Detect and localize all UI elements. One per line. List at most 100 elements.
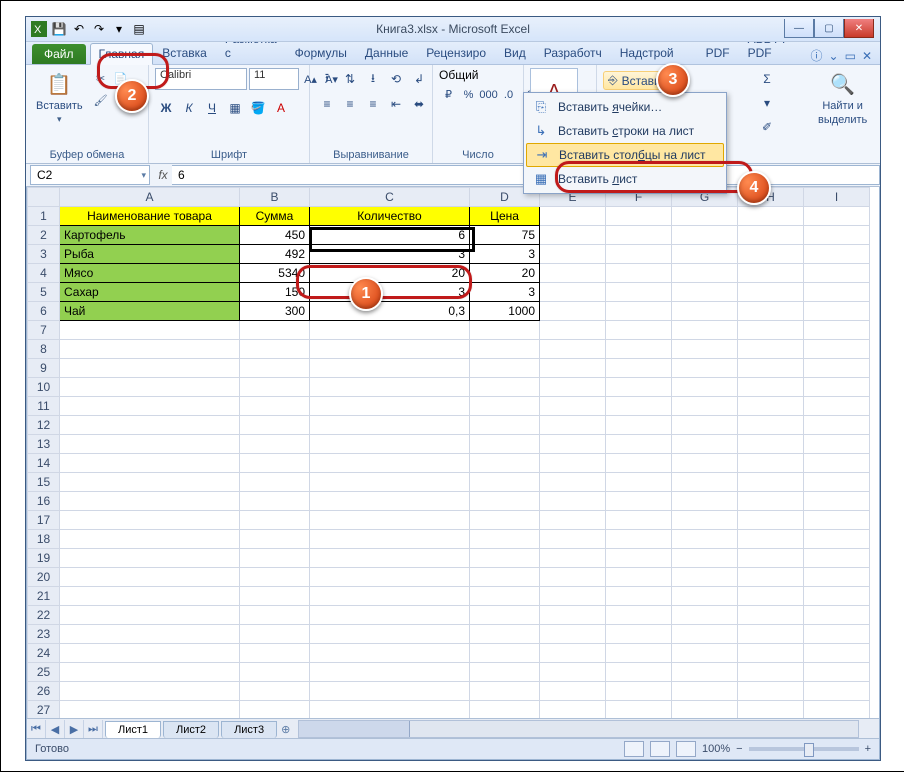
cell-G7[interactable] bbox=[672, 321, 738, 340]
cell-G2[interactable] bbox=[672, 226, 738, 245]
cell-E11[interactable] bbox=[540, 397, 606, 416]
zoom-slider[interactable] bbox=[749, 747, 859, 751]
tab-addins[interactable]: Надстрой bbox=[611, 42, 683, 64]
cell-B20[interactable] bbox=[240, 568, 310, 587]
cell-A27[interactable] bbox=[60, 701, 240, 719]
cell-A25[interactable] bbox=[60, 663, 240, 682]
cell-A19[interactable] bbox=[60, 549, 240, 568]
cell-I5[interactable] bbox=[804, 283, 870, 302]
italic-button[interactable]: К bbox=[178, 97, 200, 119]
font-color-button[interactable]: A bbox=[270, 97, 292, 119]
cell-A8[interactable] bbox=[60, 340, 240, 359]
cell-G14[interactable] bbox=[672, 454, 738, 473]
cell-G12[interactable] bbox=[672, 416, 738, 435]
cell-D1[interactable]: Цена bbox=[470, 207, 540, 226]
cell-A1[interactable]: Наименование товара bbox=[60, 207, 240, 226]
merge-icon[interactable]: ⬌ bbox=[408, 93, 430, 115]
cell-D2[interactable]: 75 bbox=[470, 226, 540, 245]
cell-C6[interactable]: 0,3 bbox=[310, 302, 470, 321]
cell-D23[interactable] bbox=[470, 625, 540, 644]
row-header-19[interactable]: 19 bbox=[28, 549, 60, 568]
fill-icon[interactable]: ▾ bbox=[756, 92, 778, 114]
cell-I11[interactable] bbox=[804, 397, 870, 416]
cell-G25[interactable] bbox=[672, 663, 738, 682]
cell-A11[interactable] bbox=[60, 397, 240, 416]
cell-C9[interactable] bbox=[310, 359, 470, 378]
cell-C5[interactable]: 3 bbox=[310, 283, 470, 302]
cell-B2[interactable]: 450 bbox=[240, 226, 310, 245]
number-format-select[interactable]: Общий bbox=[439, 68, 501, 82]
cell-B11[interactable] bbox=[240, 397, 310, 416]
cell-A14[interactable] bbox=[60, 454, 240, 473]
cell-C27[interactable] bbox=[310, 701, 470, 719]
cell-I27[interactable] bbox=[804, 701, 870, 719]
view-layout-icon[interactable] bbox=[650, 741, 670, 757]
cell-A6[interactable]: Чай bbox=[60, 302, 240, 321]
cell-D26[interactable] bbox=[470, 682, 540, 701]
cell-G10[interactable] bbox=[672, 378, 738, 397]
row-header-26[interactable]: 26 bbox=[28, 682, 60, 701]
cell-I14[interactable] bbox=[804, 454, 870, 473]
cell-G13[interactable] bbox=[672, 435, 738, 454]
cell-I7[interactable] bbox=[804, 321, 870, 340]
view-normal-icon[interactable] bbox=[624, 741, 644, 757]
cell-B19[interactable] bbox=[240, 549, 310, 568]
cell-E24[interactable] bbox=[540, 644, 606, 663]
cell-F7[interactable] bbox=[606, 321, 672, 340]
cell-A21[interactable] bbox=[60, 587, 240, 606]
cell-F16[interactable] bbox=[606, 492, 672, 511]
col-header-A[interactable]: A bbox=[60, 188, 240, 207]
zoom-in-icon[interactable]: + bbox=[865, 743, 871, 755]
cell-B9[interactable] bbox=[240, 359, 310, 378]
cell-E7[interactable] bbox=[540, 321, 606, 340]
row-header-10[interactable]: 10 bbox=[28, 378, 60, 397]
cell-I12[interactable] bbox=[804, 416, 870, 435]
cell-D10[interactable] bbox=[470, 378, 540, 397]
new-sheet-icon[interactable]: ⊕ bbox=[281, 723, 290, 736]
cell-G22[interactable] bbox=[672, 606, 738, 625]
cell-F22[interactable] bbox=[606, 606, 672, 625]
comma-icon[interactable]: 000 bbox=[479, 85, 498, 104]
menu-insert-sheet[interactable]: ▦Вставить лист bbox=[526, 167, 724, 191]
align-left-icon[interactable]: ≡ bbox=[316, 93, 338, 115]
cell-A15[interactable] bbox=[60, 473, 240, 492]
cell-H21[interactable] bbox=[738, 587, 804, 606]
cell-C16[interactable] bbox=[310, 492, 470, 511]
cell-F24[interactable] bbox=[606, 644, 672, 663]
cell-I26[interactable] bbox=[804, 682, 870, 701]
row-header-12[interactable]: 12 bbox=[28, 416, 60, 435]
cell-H22[interactable] bbox=[738, 606, 804, 625]
col-header-B[interactable]: B bbox=[240, 188, 310, 207]
row-header-4[interactable]: 4 bbox=[28, 264, 60, 283]
col-header-C[interactable]: C bbox=[310, 188, 470, 207]
qat-dropdown-icon[interactable]: ▾ bbox=[110, 20, 128, 38]
cell-G23[interactable] bbox=[672, 625, 738, 644]
cell-F20[interactable] bbox=[606, 568, 672, 587]
redo-icon[interactable]: ↷ bbox=[90, 20, 108, 38]
cell-H4[interactable] bbox=[738, 264, 804, 283]
border-button[interactable]: ▦ bbox=[224, 97, 246, 119]
underline-button[interactable]: Ч bbox=[201, 97, 223, 119]
cell-B1[interactable]: Сумма bbox=[240, 207, 310, 226]
cell-E10[interactable] bbox=[540, 378, 606, 397]
cell-G4[interactable] bbox=[672, 264, 738, 283]
cell-A10[interactable] bbox=[60, 378, 240, 397]
cell-D7[interactable] bbox=[470, 321, 540, 340]
cell-I21[interactable] bbox=[804, 587, 870, 606]
cell-C1[interactable]: Количество bbox=[310, 207, 470, 226]
cell-I16[interactable] bbox=[804, 492, 870, 511]
help-icon[interactable]: ⓘ bbox=[811, 47, 823, 64]
cell-F18[interactable] bbox=[606, 530, 672, 549]
cell-C2[interactable]: 6 bbox=[310, 226, 470, 245]
tab-last-icon[interactable]: ⏭ bbox=[84, 720, 103, 738]
cell-F21[interactable] bbox=[606, 587, 672, 606]
cell-A5[interactable]: Сахар bbox=[60, 283, 240, 302]
cell-D20[interactable] bbox=[470, 568, 540, 587]
cell-B6[interactable]: 300 bbox=[240, 302, 310, 321]
cell-G19[interactable] bbox=[672, 549, 738, 568]
cell-D27[interactable] bbox=[470, 701, 540, 719]
cell-H18[interactable] bbox=[738, 530, 804, 549]
cell-H25[interactable] bbox=[738, 663, 804, 682]
cell-D13[interactable] bbox=[470, 435, 540, 454]
cell-C19[interactable] bbox=[310, 549, 470, 568]
